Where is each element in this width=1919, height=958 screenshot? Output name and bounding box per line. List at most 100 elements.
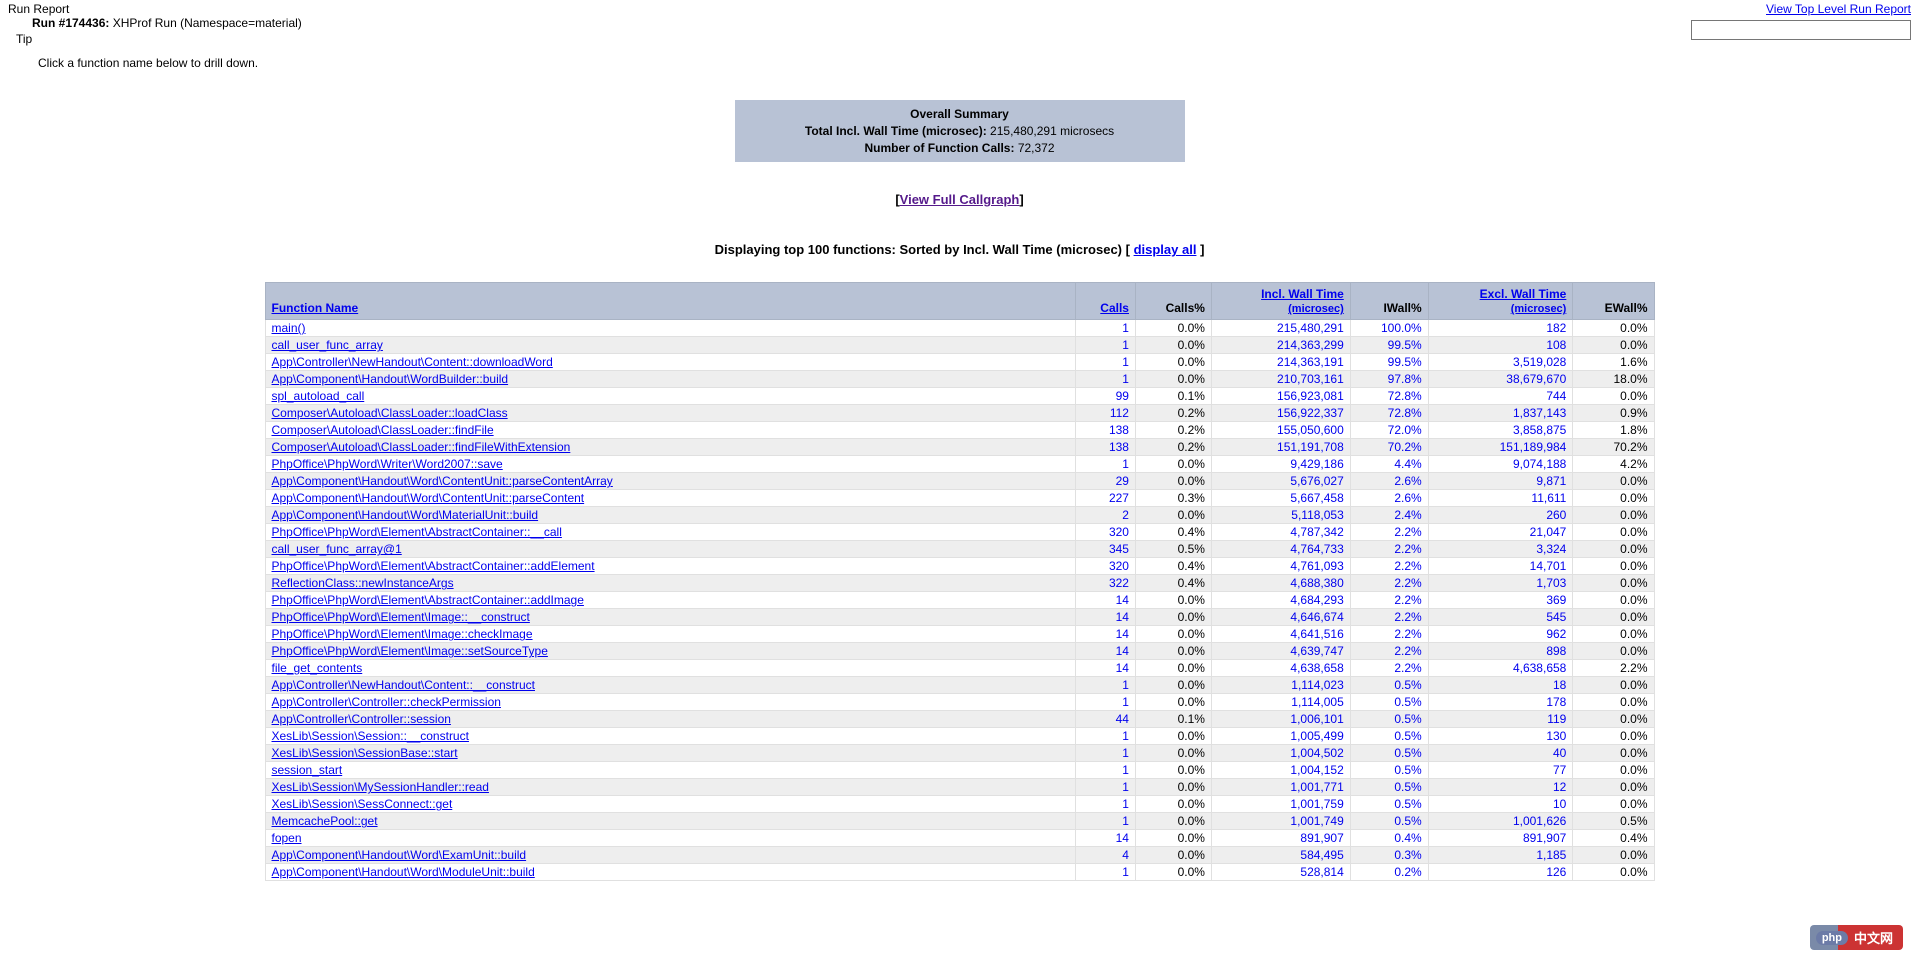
cell-calls[interactable]: 1 bbox=[1075, 728, 1135, 745]
cell-calls[interactable]: 2 bbox=[1075, 507, 1135, 524]
cell-ewt[interactable]: 4,638,658 bbox=[1428, 660, 1573, 677]
cell-calls[interactable]: 1 bbox=[1075, 796, 1135, 813]
cell-iwt[interactable]: 4,764,733 bbox=[1211, 541, 1350, 558]
cell-ewt[interactable]: 260 bbox=[1428, 507, 1573, 524]
cell-iwall[interactable]: 2.6% bbox=[1350, 490, 1428, 507]
function-link[interactable]: Composer\Autoload\ClassLoader::loadClass bbox=[272, 406, 508, 420]
cell-calls[interactable]: 44 bbox=[1075, 711, 1135, 728]
cell-iwall[interactable]: 0.5% bbox=[1350, 762, 1428, 779]
search-input[interactable] bbox=[1691, 20, 1911, 40]
function-link[interactable]: App\Component\Handout\Word\MaterialUnit:… bbox=[272, 508, 539, 522]
cell-calls[interactable]: 1 bbox=[1075, 354, 1135, 371]
cell-iwall[interactable]: 0.5% bbox=[1350, 745, 1428, 762]
cell-ewt[interactable]: 1,837,143 bbox=[1428, 405, 1573, 422]
cell-ewt[interactable]: 14,701 bbox=[1428, 558, 1573, 575]
cell-iwall[interactable]: 100.0% bbox=[1350, 320, 1428, 337]
cell-iwt[interactable]: 5,676,027 bbox=[1211, 473, 1350, 490]
function-link[interactable]: MemcachePool::get bbox=[272, 814, 378, 828]
cell-calls[interactable]: 138 bbox=[1075, 439, 1135, 456]
cell-iwt[interactable]: 528,814 bbox=[1211, 864, 1350, 881]
cell-iwt[interactable]: 4,638,658 bbox=[1211, 660, 1350, 677]
function-link[interactable]: spl_autoload_call bbox=[272, 389, 365, 403]
cell-ewt[interactable]: 151,189,984 bbox=[1428, 439, 1573, 456]
view-full-callgraph-link[interactable]: View Full Callgraph bbox=[900, 192, 1020, 207]
cell-ewt[interactable]: 3,324 bbox=[1428, 541, 1573, 558]
cell-iwall[interactable]: 2.2% bbox=[1350, 541, 1428, 558]
cell-iwt[interactable]: 156,922,337 bbox=[1211, 405, 1350, 422]
cell-iwt[interactable]: 1,114,005 bbox=[1211, 694, 1350, 711]
cell-ewt[interactable]: 40 bbox=[1428, 745, 1573, 762]
col-function-name[interactable]: Function Name bbox=[272, 301, 359, 315]
cell-iwt[interactable]: 214,363,191 bbox=[1211, 354, 1350, 371]
function-link[interactable]: XesLib\Session\SessionBase::start bbox=[272, 746, 458, 760]
cell-calls[interactable]: 112 bbox=[1075, 405, 1135, 422]
cell-iwall[interactable]: 0.5% bbox=[1350, 694, 1428, 711]
function-link[interactable]: App\Component\Handout\WordBuilder::build bbox=[272, 372, 509, 386]
cell-iwall[interactable]: 2.2% bbox=[1350, 626, 1428, 643]
function-link[interactable]: file_get_contents bbox=[272, 661, 363, 675]
function-link[interactable]: XesLib\Session\SessConnect::get bbox=[272, 797, 453, 811]
display-all-link[interactable]: display all bbox=[1134, 242, 1197, 257]
cell-iwt[interactable]: 4,684,293 bbox=[1211, 592, 1350, 609]
cell-ewt[interactable]: 178 bbox=[1428, 694, 1573, 711]
function-link[interactable]: XesLib\Session\Session::__construct bbox=[272, 729, 469, 743]
function-link[interactable]: PhpOffice\PhpWord\Element\Image::setSour… bbox=[272, 644, 548, 658]
cell-calls[interactable]: 322 bbox=[1075, 575, 1135, 592]
cell-ewt[interactable]: 962 bbox=[1428, 626, 1573, 643]
function-link[interactable]: PhpOffice\PhpWord\Element\AbstractContai… bbox=[272, 559, 595, 573]
cell-calls[interactable]: 14 bbox=[1075, 643, 1135, 660]
cell-calls[interactable]: 320 bbox=[1075, 524, 1135, 541]
cell-ewt[interactable]: 108 bbox=[1428, 337, 1573, 354]
cell-ewt[interactable]: 891,907 bbox=[1428, 830, 1573, 847]
cell-iwt[interactable]: 1,004,152 bbox=[1211, 762, 1350, 779]
cell-calls[interactable]: 1 bbox=[1075, 677, 1135, 694]
view-top-level-link[interactable]: View Top Level Run Report bbox=[1766, 2, 1911, 16]
function-link[interactable]: App\Controller\Controller::session bbox=[272, 712, 451, 726]
function-link[interactable]: PhpOffice\PhpWord\Element\AbstractContai… bbox=[272, 525, 562, 539]
function-link[interactable]: main() bbox=[272, 321, 306, 335]
cell-ewt[interactable]: 182 bbox=[1428, 320, 1573, 337]
cell-calls[interactable]: 99 bbox=[1075, 388, 1135, 405]
cell-iwt[interactable]: 4,787,342 bbox=[1211, 524, 1350, 541]
cell-iwt[interactable]: 1,001,771 bbox=[1211, 779, 1350, 796]
cell-iwall[interactable]: 0.3% bbox=[1350, 847, 1428, 864]
cell-calls[interactable]: 1 bbox=[1075, 320, 1135, 337]
cell-ewt[interactable]: 1,703 bbox=[1428, 575, 1573, 592]
cell-ewt[interactable]: 1,185 bbox=[1428, 847, 1573, 864]
cell-iwall[interactable]: 70.2% bbox=[1350, 439, 1428, 456]
function-link[interactable]: Composer\Autoload\ClassLoader::findFileW… bbox=[272, 440, 571, 454]
cell-ewt[interactable]: 545 bbox=[1428, 609, 1573, 626]
cell-iwt[interactable]: 4,646,674 bbox=[1211, 609, 1350, 626]
cell-ewt[interactable]: 11,611 bbox=[1428, 490, 1573, 507]
cell-iwall[interactable]: 2.2% bbox=[1350, 575, 1428, 592]
function-link[interactable]: ReflectionClass::newInstanceArgs bbox=[272, 576, 454, 590]
cell-iwt[interactable]: 155,050,600 bbox=[1211, 422, 1350, 439]
function-link[interactable]: call_user_func_array@1 bbox=[272, 542, 402, 556]
cell-ewt[interactable]: 10 bbox=[1428, 796, 1573, 813]
function-link[interactable]: call_user_func_array bbox=[272, 338, 383, 352]
function-link[interactable]: PhpOffice\PhpWord\Element\Image::checkIm… bbox=[272, 627, 533, 641]
cell-ewt[interactable]: 21,047 bbox=[1428, 524, 1573, 541]
cell-ewt[interactable]: 898 bbox=[1428, 643, 1573, 660]
cell-calls[interactable]: 1 bbox=[1075, 745, 1135, 762]
col-calls[interactable]: Calls bbox=[1100, 301, 1129, 315]
cell-ewt[interactable]: 369 bbox=[1428, 592, 1573, 609]
cell-calls[interactable]: 138 bbox=[1075, 422, 1135, 439]
function-link[interactable]: App\Component\Handout\Word\ContentUnit::… bbox=[272, 474, 613, 488]
function-link[interactable]: PhpOffice\PhpWord\Element\Image::__const… bbox=[272, 610, 530, 624]
cell-iwall[interactable]: 2.6% bbox=[1350, 473, 1428, 490]
cell-iwall[interactable]: 72.0% bbox=[1350, 422, 1428, 439]
cell-calls[interactable]: 1 bbox=[1075, 762, 1135, 779]
cell-ewt[interactable]: 9,871 bbox=[1428, 473, 1573, 490]
cell-ewt[interactable]: 130 bbox=[1428, 728, 1573, 745]
cell-calls[interactable]: 1 bbox=[1075, 694, 1135, 711]
function-link[interactable]: App\Controller\NewHandout\Content::downl… bbox=[272, 355, 553, 369]
cell-calls[interactable]: 1 bbox=[1075, 371, 1135, 388]
function-link[interactable]: PhpOffice\PhpWord\Element\AbstractContai… bbox=[272, 593, 584, 607]
cell-ewt[interactable]: 3,519,028 bbox=[1428, 354, 1573, 371]
cell-iwall[interactable]: 2.2% bbox=[1350, 558, 1428, 575]
cell-iwall[interactable]: 0.4% bbox=[1350, 830, 1428, 847]
cell-iwt[interactable]: 5,667,458 bbox=[1211, 490, 1350, 507]
cell-ewt[interactable]: 3,858,875 bbox=[1428, 422, 1573, 439]
function-link[interactable]: Composer\Autoload\ClassLoader::findFile bbox=[272, 423, 494, 437]
